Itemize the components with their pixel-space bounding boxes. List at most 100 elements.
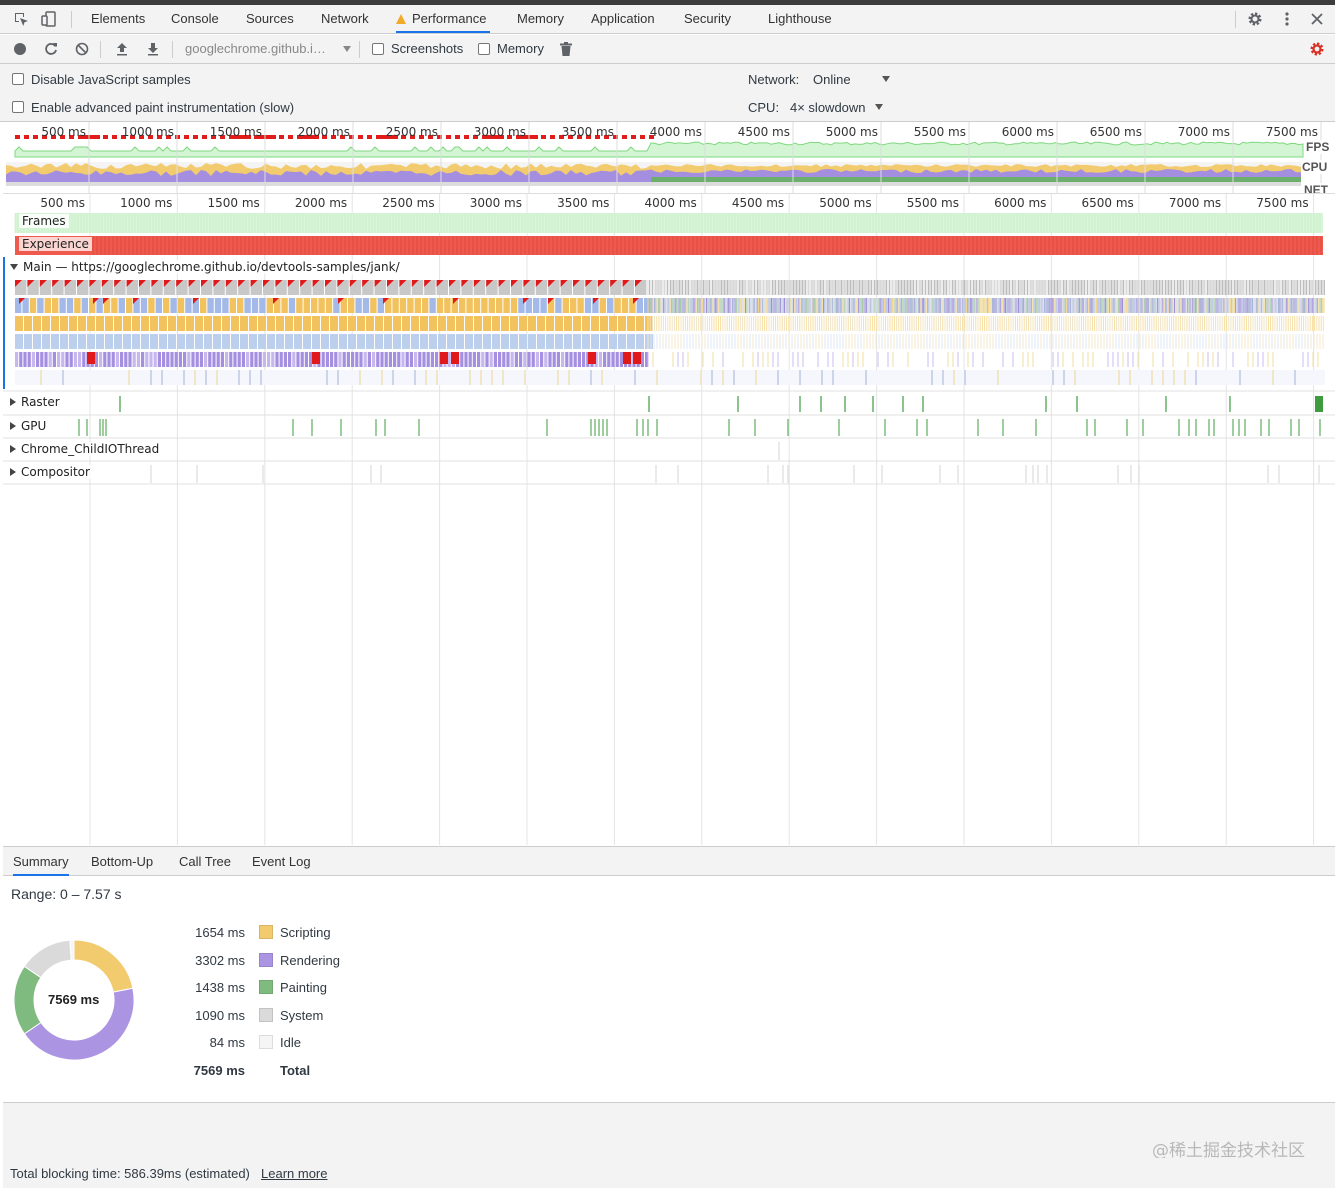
layout-block — [422, 352, 426, 367]
scripting-block — [402, 316, 410, 331]
legend-swatch — [259, 952, 273, 967]
tab-performance[interactable]: Performance — [396, 5, 491, 33]
experience-track-label[interactable]: Experience — [19, 237, 92, 251]
chevron-down-icon[interactable] — [343, 46, 351, 52]
parse-block — [573, 334, 581, 349]
chevron-down-icon[interactable] — [882, 76, 890, 82]
row-bg — [15, 370, 1325, 385]
tab-network[interactable]: Network — [321, 5, 369, 33]
upload-icon[interactable] — [113, 40, 131, 58]
layout-block — [279, 352, 283, 367]
tab-summary[interactable]: Summary — [13, 847, 69, 876]
layout-block — [103, 352, 107, 367]
function-call-block — [614, 298, 621, 313]
tab-application[interactable]: Application — [591, 5, 655, 33]
settings-gear-icon[interactable] — [1246, 10, 1264, 28]
tab-lighthouse[interactable]: Lighthouse — [768, 5, 832, 33]
device-toolbar-icon[interactable] — [40, 10, 58, 28]
layout-block — [384, 352, 388, 367]
tab-elements[interactable]: Elements — [91, 5, 145, 33]
gpu-track-title: GPU — [21, 419, 47, 433]
chevron-down-icon[interactable] — [875, 104, 883, 110]
forced-reflow-marker — [440, 352, 448, 364]
donut-slice-painting — [13, 965, 42, 1035]
collapsed-triangle-icon — [10, 398, 16, 406]
layout-block — [27, 352, 31, 367]
ruler-label: 3000 ms — [470, 196, 522, 210]
download-icon[interactable] — [144, 40, 162, 58]
tab-console[interactable]: Console — [171, 5, 219, 33]
close-icon[interactable] — [1308, 10, 1326, 28]
function-call-block — [237, 298, 244, 313]
function-call-block — [348, 298, 355, 313]
network-throttle-select[interactable]: Online — [813, 72, 851, 87]
tab-memory[interactable]: Memory — [517, 5, 564, 33]
tab-event-log[interactable]: Event Log — [252, 847, 311, 876]
main-track-label[interactable]: Main — https://googlechrome.github.io/de… — [7, 260, 403, 274]
trash-icon[interactable] — [557, 40, 575, 58]
more-options-icon[interactable] — [1278, 10, 1296, 28]
layout-block — [409, 352, 413, 367]
flame-chart-timeline[interactable]: 500 ms 1000 ms 1500 ms 2000 ms 2500 ms 3000 m… — [3, 194, 1335, 845]
scripting-block — [231, 316, 239, 331]
scripting-block — [456, 316, 464, 331]
scripting-block — [519, 316, 527, 331]
compositor-track-label[interactable]: Compositor — [7, 465, 93, 479]
reload-record-icon[interactable] — [42, 40, 60, 58]
learn-more-link[interactable]: Learn more — [261, 1166, 327, 1181]
tab-call-tree[interactable]: Call Tree — [179, 847, 231, 876]
scripting-block — [627, 316, 635, 331]
clear-icon[interactable] — [73, 40, 91, 58]
frames-track-label[interactable]: Frames — [19, 214, 69, 228]
layout-block — [573, 352, 577, 367]
function-call-block — [163, 298, 170, 313]
record-icon[interactable] — [11, 40, 29, 58]
layout-block — [191, 352, 195, 367]
parse-block — [141, 334, 149, 349]
function-call-block — [436, 298, 444, 313]
tab-sources[interactable]: Sources — [246, 5, 294, 33]
layout-block — [548, 352, 552, 367]
tab-bottom-up[interactable]: Bottom-Up — [91, 847, 153, 876]
parse-block — [501, 334, 509, 349]
advanced-paint-checkbox[interactable] — [12, 101, 24, 113]
jank-marker — [446, 135, 451, 139]
layout-block — [321, 352, 325, 367]
parse-block — [519, 334, 527, 349]
parse-block — [582, 334, 590, 349]
scripting-block — [204, 316, 212, 331]
tab-security[interactable]: Security — [684, 5, 731, 33]
profile-select[interactable]: googlechrome.github.i… — [185, 41, 326, 56]
layout-block — [603, 352, 607, 367]
inspect-element-icon[interactable] — [12, 10, 30, 28]
parse-block — [492, 334, 500, 349]
function-call-block — [244, 298, 251, 313]
gpu-track-label[interactable]: GPU — [7, 419, 50, 433]
raster-track-label[interactable]: Raster — [7, 395, 63, 409]
disable-js-samples-checkbox[interactable] — [12, 73, 24, 85]
screenshots-checkbox[interactable] — [372, 43, 384, 55]
memory-checkbox[interactable] — [478, 43, 490, 55]
layout-block — [204, 352, 208, 367]
function-call-block — [540, 298, 547, 313]
layout-block — [569, 352, 573, 367]
layout-block — [208, 352, 212, 367]
parse-block — [204, 334, 212, 349]
layout-block — [262, 352, 266, 367]
layout-block — [267, 352, 271, 367]
capture-settings-gear-icon[interactable] — [1308, 40, 1326, 58]
ruler-label: 2500 ms — [382, 196, 434, 210]
scripting-block — [330, 316, 338, 331]
scripting-block — [42, 316, 50, 331]
function-call-block — [555, 298, 562, 313]
layout-block — [334, 352, 338, 367]
io-thread-track-label[interactable]: Chrome_ChildIOThread — [7, 442, 163, 456]
parse-block — [96, 334, 104, 349]
timeline-overview[interactable]: 500 ms 1000 ms 1500 ms 2000 ms 2500 ms 3000 m… — [3, 122, 1335, 194]
layout-block — [174, 352, 178, 367]
jank-marker — [193, 135, 198, 139]
function-call-block — [444, 298, 451, 313]
layout-block — [565, 352, 569, 367]
layout-block — [57, 352, 61, 367]
cpu-throttle-select[interactable]: 4× slowdown — [790, 100, 866, 115]
